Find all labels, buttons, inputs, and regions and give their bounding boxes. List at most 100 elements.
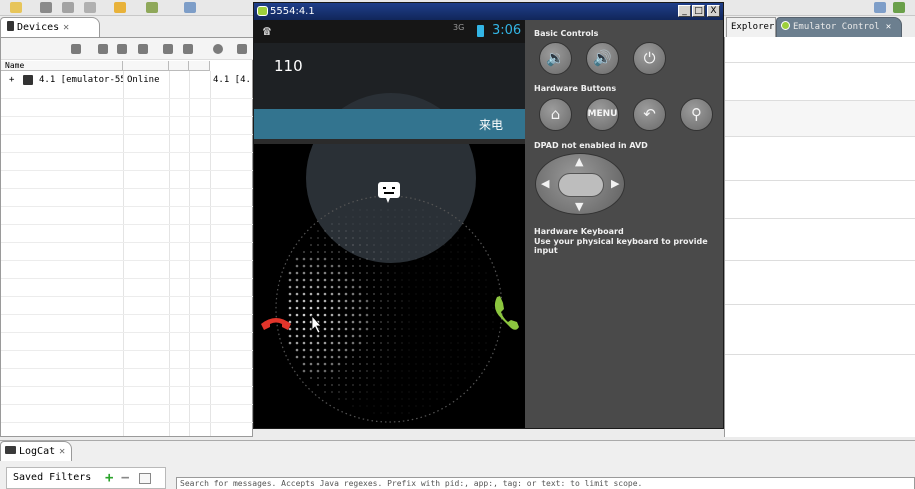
tab-devices[interactable]: Devices ✕ <box>0 17 100 37</box>
glowpad-dot <box>380 314 382 316</box>
glowpad-dot <box>380 370 382 372</box>
volume-down-button[interactable]: 🔉 <box>539 42 572 75</box>
glowpad-dot <box>401 258 403 260</box>
edit-filter-icon[interactable] <box>139 473 151 484</box>
back-icon: ↶ <box>643 105 656 123</box>
close-icon[interactable]: ✕ <box>63 22 69 33</box>
close-icon[interactable]: ✕ <box>886 22 891 32</box>
glowpad-dot <box>352 251 354 253</box>
glowpad-dot <box>394 209 396 211</box>
glowpad-dot <box>415 370 417 372</box>
new-icon[interactable] <box>10 2 22 13</box>
tab-emulator-control[interactable]: Emulator Control ✕ <box>776 17 902 37</box>
start-profiling-icon[interactable] <box>183 44 193 54</box>
answer-call-icon[interactable] <box>494 296 519 330</box>
maximize-button[interactable]: □ <box>692 5 705 17</box>
glowpad-dot <box>401 349 403 351</box>
phone-screen[interactable]: ☎ 3G 3:06 110 来电 <box>254 20 525 428</box>
glowpad-dot <box>408 237 410 239</box>
glowpad-dot <box>443 398 445 400</box>
glowpad-dot <box>316 334 320 338</box>
glowpad-dot <box>302 341 306 345</box>
glowpad-dot <box>359 384 361 386</box>
screen-capture-icon[interactable] <box>237 44 247 54</box>
menu-button[interactable]: MENU <box>586 98 619 131</box>
back-button[interactable]: ↶ <box>633 98 666 131</box>
update-heap-icon[interactable] <box>98 44 108 54</box>
dpad-down-icon[interactable]: ▼ <box>575 200 583 213</box>
home-button[interactable]: ⌂ <box>539 98 572 131</box>
glowpad-dot <box>337 362 341 366</box>
glowpad-dot <box>394 293 396 295</box>
glowpad-dot <box>373 209 375 211</box>
debug-icon[interactable] <box>146 2 158 13</box>
glowpad-dot <box>422 300 424 302</box>
perspective-icon[interactable] <box>874 2 886 13</box>
glowpad-dot <box>330 264 334 268</box>
gc-icon[interactable] <box>138 44 148 54</box>
device-row[interactable]: + 4.1 [emulator-55! Online 4.1 [4. <box>1 74 253 86</box>
glowpad-dot <box>436 335 438 337</box>
glowpad-dot <box>373 412 375 414</box>
save-all-icon[interactable] <box>62 2 74 13</box>
power-button[interactable]: ⏻ <box>633 42 666 75</box>
glowpad-dot <box>485 342 487 344</box>
close-icon[interactable]: ✕ <box>59 446 65 457</box>
update-threads-icon[interactable] <box>163 44 173 54</box>
glowpad-dot <box>457 279 459 281</box>
glowpad-dot <box>471 279 473 281</box>
glowpad-dot <box>323 355 327 359</box>
glowpad-dot <box>422 377 424 379</box>
print-icon[interactable] <box>84 2 96 13</box>
dpad-center-button[interactable] <box>558 173 604 197</box>
minimize-button[interactable]: _ <box>678 5 691 17</box>
logcat-search-input[interactable]: Search for messages. Accepts Java regexe… <box>176 477 915 489</box>
column-serial[interactable] <box>123 61 169 71</box>
dpad[interactable]: ▲ ▼ ◀ ▶ <box>535 153 625 215</box>
glowpad-dot <box>450 286 452 288</box>
answer-glowpad[interactable] <box>254 144 525 428</box>
debug-process-icon[interactable] <box>71 44 81 54</box>
message-icon[interactable] <box>378 182 400 203</box>
column-name[interactable]: Name <box>1 61 123 71</box>
expand-toggle[interactable]: + <box>9 74 14 86</box>
add-filter-icon[interactable]: + <box>105 469 113 487</box>
folder-icon[interactable] <box>114 2 126 13</box>
glowpad-dot <box>457 293 459 295</box>
glowpad-dot <box>324 230 326 232</box>
dpad-right-icon[interactable]: ▶ <box>611 177 619 190</box>
glowpad-dot <box>422 349 424 351</box>
dpad-up-icon[interactable]: ▲ <box>575 155 583 168</box>
tab-logcat[interactable]: LogCat ✕ <box>0 441 72 461</box>
glowpad-dot <box>380 216 382 218</box>
glowpad-dot <box>358 334 362 338</box>
glowpad-dot <box>337 320 341 324</box>
dpad-left-icon[interactable]: ◀ <box>541 177 549 190</box>
saved-filters-label: Saved Filters <box>13 472 92 483</box>
glowpad-dot <box>366 405 368 407</box>
glowpad-dot <box>344 285 348 289</box>
emulator-titlebar[interactable]: 5554:4.1 _ □ X <box>254 3 723 20</box>
dump-hprof-icon[interactable] <box>117 44 127 54</box>
glowpad-dot <box>443 265 445 267</box>
stop-process-icon[interactable] <box>213 44 223 54</box>
column-target[interactable] <box>189 61 210 71</box>
search-button[interactable]: ⚲ <box>680 98 713 131</box>
run-icon[interactable] <box>184 2 196 13</box>
glowpad-dot <box>457 251 459 253</box>
glowpad-dot <box>359 258 361 260</box>
close-button[interactable]: X <box>707 5 720 17</box>
glowpad-dot <box>288 299 292 303</box>
glowpad-dot <box>401 328 403 330</box>
glowpad-dot <box>401 300 403 302</box>
tab-explorer[interactable]: Explorer <box>726 17 776 37</box>
volume-up-button[interactable]: 🔊 <box>586 42 619 75</box>
remove-filter-icon[interactable]: − <box>121 469 129 487</box>
glowpad-dot <box>373 349 375 351</box>
decline-call-icon[interactable] <box>261 318 291 330</box>
glowpad-dot <box>373 398 375 400</box>
save-icon[interactable] <box>40 2 52 13</box>
ddms-icon[interactable] <box>893 2 905 13</box>
glowpad-dot <box>415 286 417 288</box>
column-state[interactable] <box>169 61 189 71</box>
